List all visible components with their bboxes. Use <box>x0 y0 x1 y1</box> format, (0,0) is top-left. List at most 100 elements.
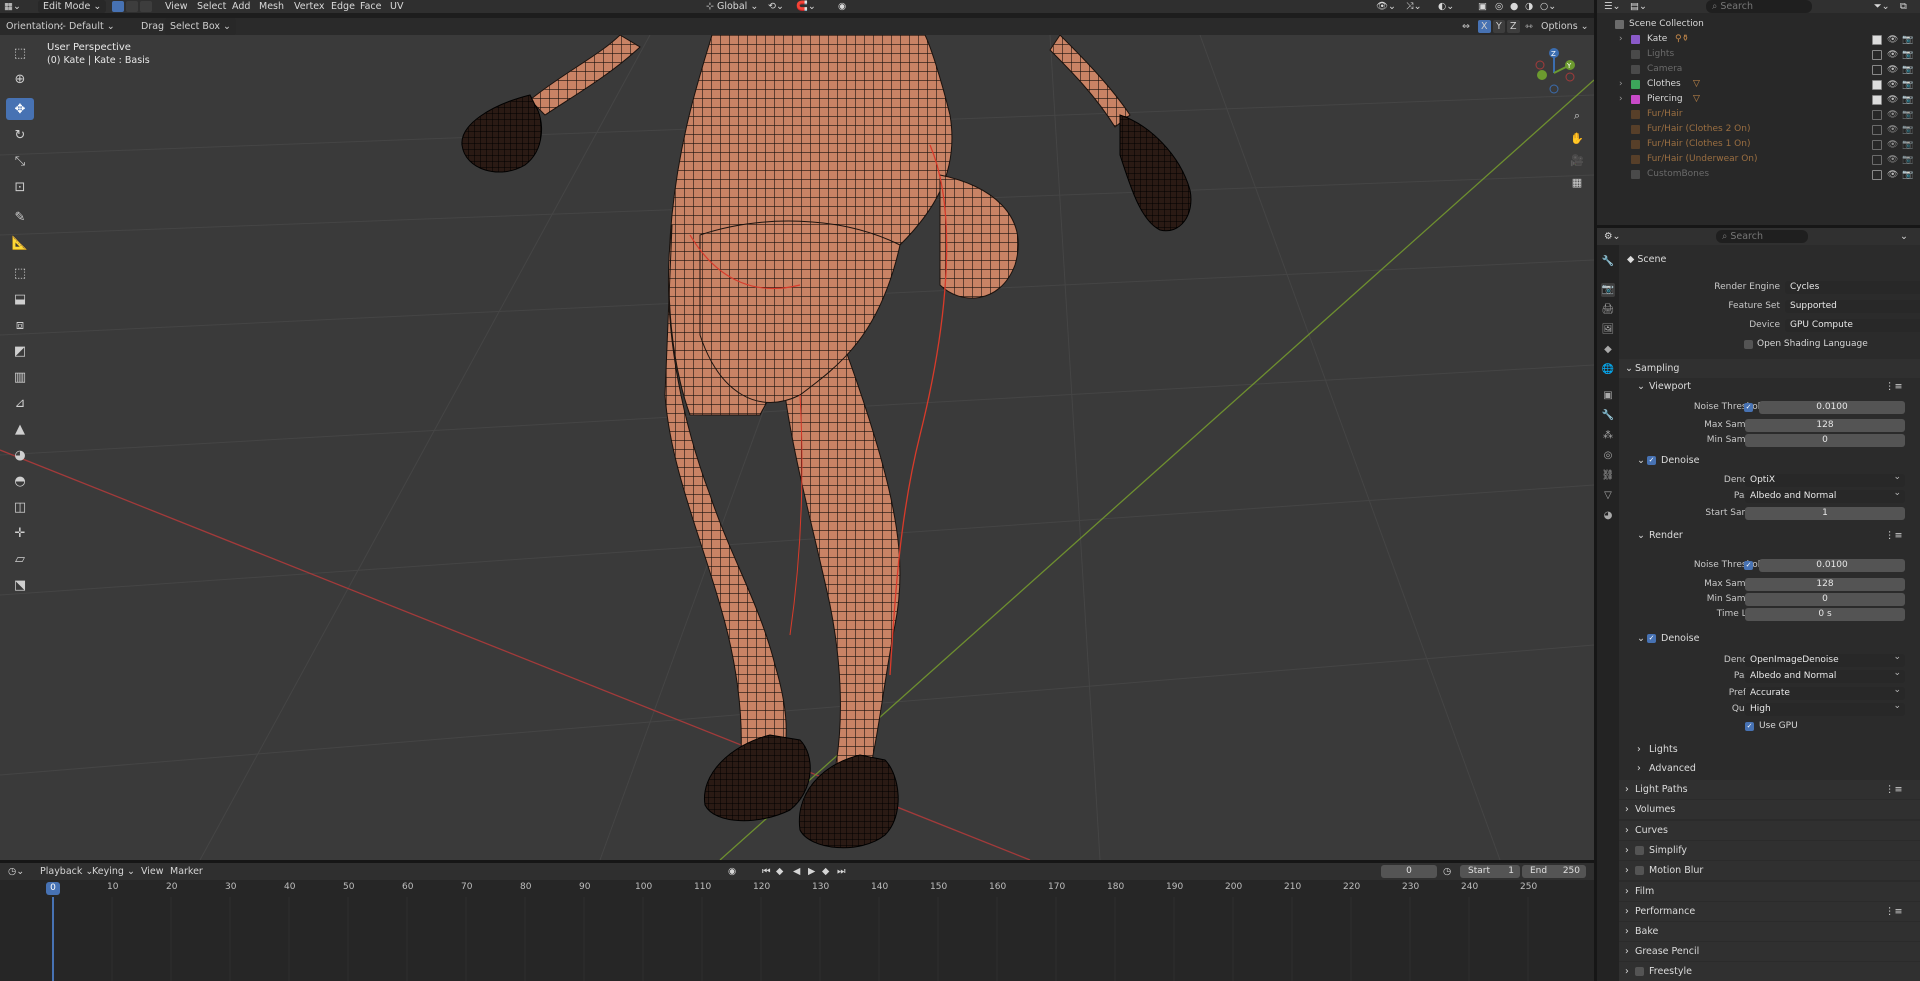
shading-solid-icon[interactable]: ● <box>1510 0 1518 13</box>
cursor-tool-icon[interactable]: ⊕ <box>6 68 34 90</box>
end-frame-field[interactable]: End 250 <box>1522 865 1586 878</box>
r-denoise-subsection[interactable]: ⌄ ✓ Denoise <box>1619 630 1920 647</box>
render-camera-icon[interactable]: 📷 <box>1902 93 1913 108</box>
pivot-icon[interactable]: ⟲⌄ <box>768 0 784 13</box>
r-prefilter-dropdown[interactable]: Accurate <box>1745 684 1905 700</box>
extrude-tool-icon[interactable]: ⬓ <box>6 288 34 310</box>
menu-view[interactable]: View <box>165 0 188 13</box>
use-gpu-checkbox[interactable]: ✓ <box>1745 722 1754 731</box>
simplify-checkbox[interactable] <box>1635 846 1644 855</box>
render-camera-icon[interactable]: 📷 <box>1902 108 1913 123</box>
transform-tool-icon[interactable]: ⊡ <box>6 176 34 198</box>
pan-hand-icon[interactable]: ✋ <box>1567 128 1587 148</box>
eye-icon[interactable]: 👁 <box>1887 123 1898 138</box>
presets-icon[interactable]: ⋮≡ <box>1885 527 1902 544</box>
menu-vertex[interactable]: Vertex <box>294 0 325 13</box>
r-denoise-checkbox[interactable]: ✓ <box>1647 634 1656 643</box>
measure-tool-icon[interactable]: 📐 <box>6 232 34 254</box>
freestyle-checkbox[interactable] <box>1635 967 1644 976</box>
menu-uv[interactable]: UV <box>390 0 403 13</box>
outliner-item-fur-hair-clothes-2[interactable]: Fur/Hair (Clothes 2 On) 👁 📷 <box>1597 122 1920 137</box>
osl-checkbox[interactable] <box>1744 340 1753 349</box>
object-tab-icon[interactable]: ▣ <box>1601 389 1615 403</box>
section-light-paths[interactable]: › Light Paths ⋮≡ <box>1619 780 1920 799</box>
new-collection-icon[interactable]: ⧉ <box>1900 0 1907 13</box>
gizmo-x-icon[interactable] <box>1565 72 1575 82</box>
gizmo-neg-y-icon[interactable] <box>1537 70 1547 80</box>
xray-icon[interactable]: ▣ <box>1478 0 1487 13</box>
section-bake[interactable]: › Bake <box>1619 922 1920 941</box>
play-icon[interactable]: ▶ <box>808 863 815 880</box>
visibility-icon[interactable]: 👁⌄ <box>1376 0 1396 13</box>
keying-menu[interactable]: Keying ⌄ <box>92 863 135 880</box>
expand-arrow-icon[interactable]: › <box>1619 32 1623 47</box>
editor-type-icon[interactable]: ▦⌄ <box>4 0 21 13</box>
exclude-checkbox[interactable] <box>1872 95 1882 105</box>
perspective-toggle-icon[interactable]: ▦ <box>1567 172 1587 192</box>
playhead-marker[interactable]: 0 <box>46 882 60 895</box>
prev-keyframe-icon[interactable]: ◆ <box>776 863 783 880</box>
vp-denoise-checkbox[interactable]: ✓ <box>1647 456 1656 465</box>
area-divider-vertical[interactable] <box>1594 0 1597 981</box>
render-camera-icon[interactable]: 📷 <box>1902 168 1913 183</box>
eye-icon[interactable]: 👁 <box>1887 78 1898 93</box>
particles-tab-icon[interactable]: ⁂ <box>1601 429 1615 443</box>
start-frame-field[interactable]: Start 1 <box>1460 865 1520 878</box>
vp-max-samples-field[interactable]: 128 <box>1745 419 1905 432</box>
eye-icon[interactable]: 👁 <box>1887 48 1898 63</box>
render-camera-icon[interactable]: 📷 <box>1902 123 1913 138</box>
3d-viewport[interactable]: Z Y ⌕ ✋ 🎥 ▦ <box>0 35 1594 860</box>
menu-mesh[interactable]: Mesh <box>259 0 284 13</box>
exclude-checkbox[interactable] <box>1872 155 1882 165</box>
mirror-x-toggle[interactable]: X <box>1478 20 1491 33</box>
transform-orientation[interactable]: ⊹ Global ⌄ <box>706 0 758 13</box>
topology-mirror-icon[interactable]: ⇿ <box>1525 18 1533 35</box>
render-tab-icon[interactable]: 📷 <box>1601 283 1615 297</box>
expand-arrow-icon[interactable]: › <box>1619 77 1623 92</box>
render-camera-icon[interactable]: 📷 <box>1902 138 1913 153</box>
eye-icon[interactable]: 👁 <box>1887 93 1898 108</box>
filter-icon[interactable]: ⏷⌄ <box>1874 0 1890 13</box>
gizmo-toggle-icon[interactable]: ⤨⌄ <box>1406 0 1422 13</box>
timeline-body[interactable] <box>0 897 1594 981</box>
eye-icon[interactable]: 👁 <box>1887 138 1898 153</box>
render-camera-icon[interactable]: 📷 <box>1902 48 1913 63</box>
face-select-icon[interactable] <box>140 1 152 12</box>
render-subsection[interactable]: ⌄ Render ⋮≡ <box>1619 527 1920 544</box>
eye-icon[interactable]: 👁 <box>1887 153 1898 168</box>
vp-denoise-subsection[interactable]: ⌄ ✓ Denoise <box>1619 452 1920 469</box>
shading-material-icon[interactable]: ◑ <box>1525 0 1533 13</box>
play-reverse-icon[interactable]: ◀ <box>793 863 800 880</box>
expand-arrow-icon[interactable]: › <box>1619 92 1623 107</box>
annotate-tool-icon[interactable]: ✎ <box>6 206 34 228</box>
vp-noise-threshold-field[interactable]: 0.0100 <box>1759 401 1905 414</box>
edge-slide-tool-icon[interactable]: ◫ <box>6 496 34 518</box>
eye-icon[interactable]: 👁 <box>1887 63 1898 78</box>
overlay-toggle-icon[interactable]: ◐⌄ <box>1438 0 1454 13</box>
playback-menu[interactable]: Playback ⌄ <box>40 863 93 880</box>
menu-add[interactable]: Add <box>232 0 250 13</box>
outliner-item-fur-hair-underwear[interactable]: Fur/Hair (Underwear On) 👁 📷 <box>1597 152 1920 167</box>
section-film[interactable]: › Film <box>1619 882 1920 901</box>
exclude-checkbox[interactable] <box>1872 50 1882 60</box>
r-quality-dropdown[interactable]: High <box>1745 700 1905 716</box>
r-time-limit-field[interactable]: 0 s <box>1745 608 1905 621</box>
outliner-root[interactable]: Scene Collection <box>1597 17 1920 32</box>
eye-icon[interactable]: 👁 <box>1887 33 1898 48</box>
vp-passes-dropdown[interactable]: Albedo and Normal <box>1745 487 1905 503</box>
poly-build-tool-icon[interactable]: ▲ <box>6 418 34 440</box>
section-simplify[interactable]: › Simplify <box>1619 841 1920 860</box>
section-curves[interactable]: › Curves <box>1619 821 1920 840</box>
loop-cut-tool-icon[interactable]: ▥ <box>6 366 34 388</box>
outliner-item-fur-hair[interactable]: Fur/Hair 👁 📷 <box>1597 107 1920 122</box>
physics-tab-icon[interactable]: ◎ <box>1601 449 1615 463</box>
rip-tool-icon[interactable]: ⬔ <box>6 574 34 596</box>
jump-end-icon[interactable]: ⏭ <box>837 863 846 880</box>
motion-blur-checkbox[interactable] <box>1635 866 1644 875</box>
current-frame-field[interactable]: 0 <box>1381 865 1437 878</box>
sampling-section[interactable]: ⌄ Sampling <box>1619 359 1920 378</box>
presets-icon[interactable]: ⋮≡ <box>1885 378 1902 395</box>
eye-icon[interactable]: 👁 <box>1887 168 1898 183</box>
scene-tab-icon[interactable]: ◆ <box>1601 343 1615 357</box>
render-engine-dropdown[interactable]: Cycles <box>1785 281 1920 294</box>
